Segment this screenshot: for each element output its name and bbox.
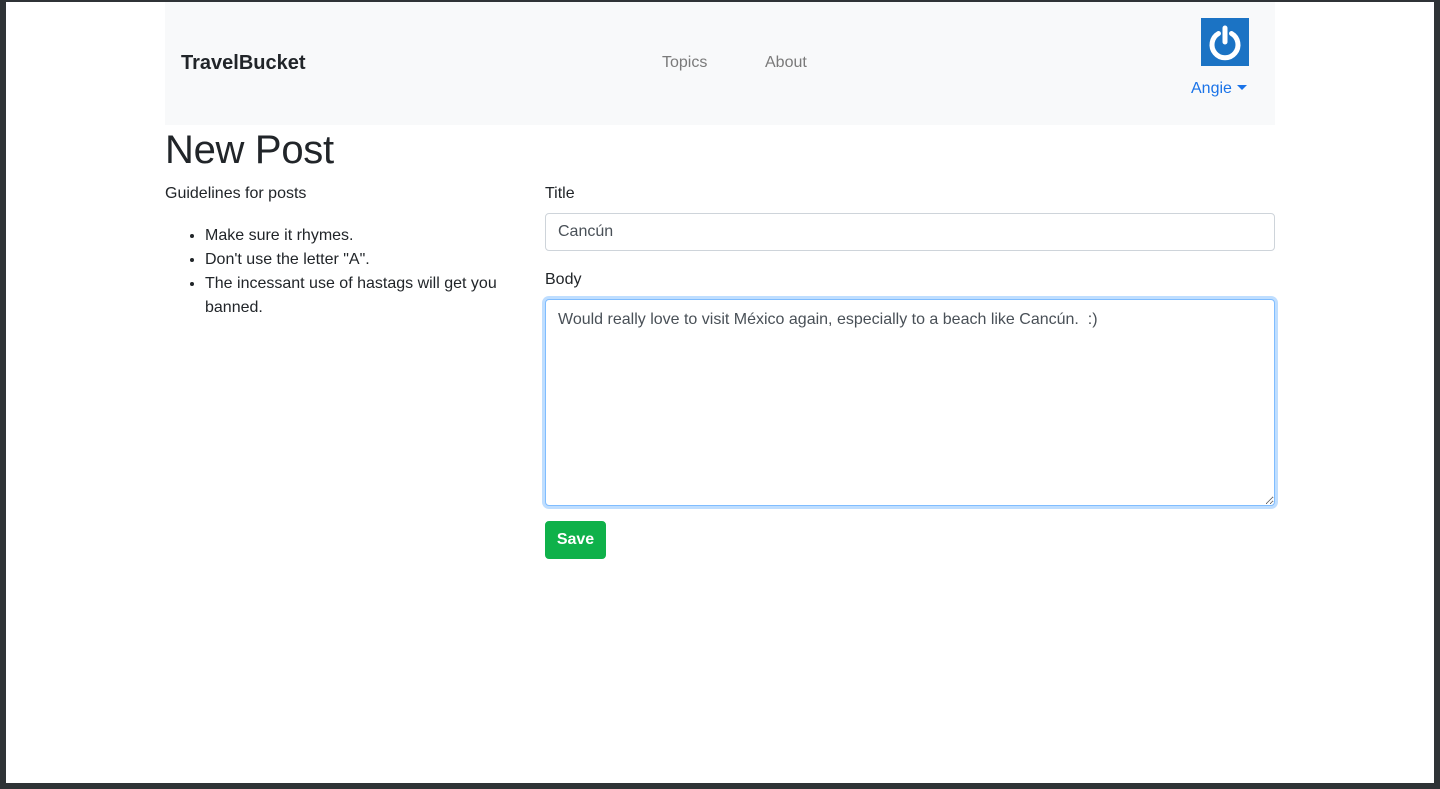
body-textarea[interactable]: Would really love to visit México again,… [545,299,1275,506]
guidelines-heading: Guidelines for posts [165,185,307,202]
brand-logo[interactable]: TravelBucket [181,52,306,75]
page-title: New Post [165,128,334,172]
user-name: Angie [1191,80,1232,97]
avatar[interactable] [1201,18,1249,66]
save-button[interactable]: Save [545,521,606,559]
nav-link-about[interactable]: About [765,54,807,72]
guideline-item: Don't use the letter "A". [205,248,525,272]
navbar: TravelBucket Topics About Angie [165,2,1275,125]
power-icon [1209,25,1241,61]
body-label: Body [545,271,582,288]
guidelines-list: Make sure it rhymes. Don't use the lette… [205,224,525,320]
guideline-item: Make sure it rhymes. [205,224,525,248]
caret-down-icon [1236,85,1247,90]
title-label: Title [545,185,575,202]
user-dropdown-toggle[interactable]: Angie [1191,80,1247,98]
nav-link-topics[interactable]: Topics [662,54,707,72]
title-input[interactable] [545,213,1275,251]
browser-viewport: TravelBucket Topics About Angie New Post… [6,2,1434,783]
guideline-item: The incessant use of hastags will get yo… [205,272,525,320]
